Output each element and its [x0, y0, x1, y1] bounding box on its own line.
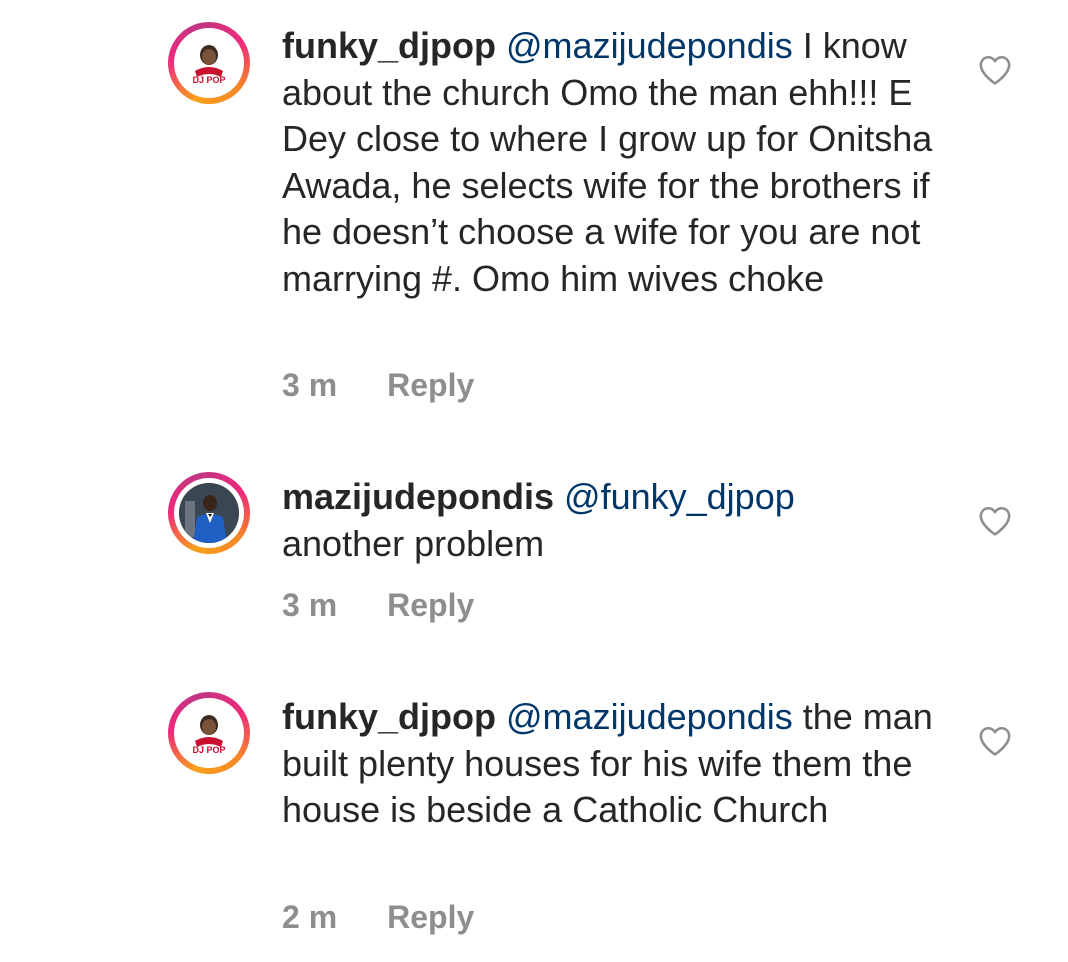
- dj-logo-icon: DJ POP: [192, 45, 226, 85]
- reply-button[interactable]: Reply: [387, 587, 474, 623]
- comment-body: funky_djpop @mazijudepondis I know about…: [282, 23, 962, 302]
- comment-time: 3 m: [282, 367, 338, 403]
- dj-logo-avatar-image: DJ POP: [179, 703, 239, 763]
- avatar[interactable]: [168, 472, 250, 554]
- comment-username[interactable]: funky_djpop: [282, 696, 496, 737]
- reply-button[interactable]: Reply: [387, 367, 474, 403]
- man-in-blue-suit-avatar-image: [179, 483, 239, 543]
- reply-button[interactable]: Reply: [387, 899, 474, 935]
- comment-body: mazijudepondis @funky_djpop another prob…: [282, 474, 962, 567]
- dj-logo-avatar-image: DJ POP: [179, 33, 239, 93]
- heart-icon[interactable]: [978, 54, 1012, 86]
- comment-body: funky_djpop @mazijudepondis the man buil…: [282, 694, 962, 834]
- comment-time: 3 m: [282, 587, 338, 623]
- man-in-blue-suit-icon: [179, 483, 239, 543]
- comment-meta: 3 m Reply: [282, 587, 474, 624]
- comment-mention[interactable]: @funky_djpop: [564, 476, 795, 517]
- avatar-logo-text: DJ POP: [192, 75, 225, 85]
- comment-mention[interactable]: @mazijudepondis: [506, 696, 793, 737]
- comment-mention[interactable]: @mazijudepondis: [506, 25, 793, 66]
- comment-username[interactable]: mazijudepondis: [282, 476, 554, 517]
- comment-text: I know about the church Omo the man ehh!…: [282, 25, 933, 299]
- comment-text: another problem: [282, 522, 545, 564]
- dj-logo-icon: DJ POP: [192, 715, 226, 755]
- comment-time: 2 m: [282, 899, 338, 935]
- comment-meta: 2 m Reply: [282, 899, 474, 936]
- comment-username[interactable]: funky_djpop: [282, 25, 496, 66]
- comment-meta: 3 m Reply: [282, 367, 474, 404]
- avatar[interactable]: DJ POP: [168, 22, 250, 104]
- heart-icon[interactable]: [978, 725, 1012, 757]
- heart-icon[interactable]: [978, 505, 1012, 537]
- avatar[interactable]: DJ POP: [168, 692, 250, 774]
- avatar-logo-text: DJ POP: [192, 745, 225, 755]
